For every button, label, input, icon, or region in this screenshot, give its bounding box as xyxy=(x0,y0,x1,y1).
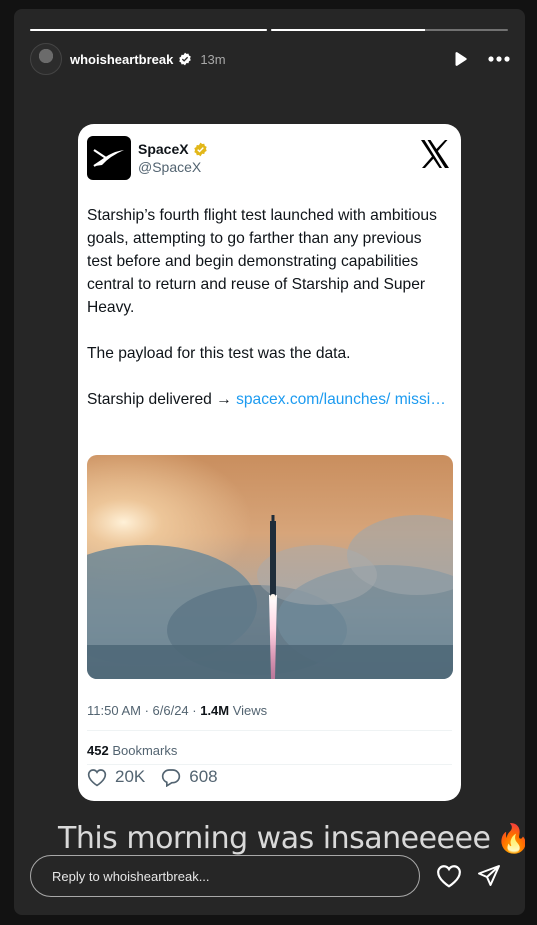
heart-icon xyxy=(437,865,461,888)
like-stat: 20K xyxy=(87,767,145,787)
bookmarks-count: 452 xyxy=(87,743,109,758)
username[interactable]: whoisheartbreak xyxy=(70,52,173,67)
tweet-time: 11:50 AM · 6/6/24 · xyxy=(87,703,201,718)
progress-segment-1 xyxy=(30,29,267,31)
bookmarks-label: Bookmarks xyxy=(108,743,178,758)
divider xyxy=(87,764,452,765)
tweet-paragraph-2: The payload for this test was the data. xyxy=(87,345,351,362)
tweet-paragraph-3: Starship delivered → spacex.com/launches… xyxy=(87,388,447,411)
x-logo-icon xyxy=(419,139,451,174)
avatar[interactable] xyxy=(30,43,62,75)
share-button[interactable] xyxy=(477,864,501,888)
tweet-link[interactable]: spacex.com/launches/ missi… xyxy=(236,391,446,408)
story-progress-bars xyxy=(30,29,508,31)
tweet-paragraph-1: Starship’s fourth flight test launched w… xyxy=(87,207,437,316)
spacex-logo-icon xyxy=(87,136,131,180)
tweet-actions: 20K 608 xyxy=(87,767,218,787)
caption-emojis: 🔥🚀 xyxy=(496,822,525,855)
send-icon xyxy=(478,865,500,886)
play-button[interactable] xyxy=(452,51,468,67)
verified-badge-icon xyxy=(193,142,207,156)
bookmarks-stat: 452 Bookmarks xyxy=(87,743,177,758)
views-count: 1.4M xyxy=(200,703,230,718)
story-viewer: whoisheartbreak 13m SpaceX @SpaceX Stars… xyxy=(14,9,525,915)
like-story-button[interactable] xyxy=(436,864,462,888)
launch-photo[interactable] xyxy=(87,455,453,679)
play-icon xyxy=(455,52,467,66)
story-caption: This morning was insaneeeee 🔥🚀 xyxy=(58,821,525,856)
views-label: Views xyxy=(229,703,268,718)
tweet-handle: @SpaceX xyxy=(138,159,202,175)
caption-text: This morning was insaneeeee xyxy=(58,821,491,856)
tweet-meta: 11:50 AM · 6/6/24 · 1.4M Views xyxy=(87,703,267,718)
like-count: 20K xyxy=(115,767,146,786)
post-time: 13m xyxy=(200,51,226,67)
tweet-author: SpaceX xyxy=(138,141,208,157)
more-icon xyxy=(488,56,510,62)
reply-input[interactable] xyxy=(50,867,394,885)
tweet-card[interactable]: SpaceX @SpaceX Starship’s fourth flight … xyxy=(78,124,461,801)
delivered-text: Starship delivered → xyxy=(87,391,237,408)
reply-box[interactable] xyxy=(30,855,420,897)
more-options-button[interactable] xyxy=(488,56,510,62)
tweet-text: Starship’s fourth flight test launched w… xyxy=(87,204,447,434)
heart-icon xyxy=(87,768,107,786)
verified-badge-icon xyxy=(179,52,192,66)
reply-stat: 608 xyxy=(161,767,218,787)
reply-count: 608 xyxy=(189,767,218,786)
progress-segment-2 xyxy=(271,29,508,31)
tweet-author-name: SpaceX xyxy=(138,141,189,157)
story-header: whoisheartbreak 13m xyxy=(30,42,510,76)
divider xyxy=(87,730,452,731)
reply-bubble-icon xyxy=(162,768,181,787)
